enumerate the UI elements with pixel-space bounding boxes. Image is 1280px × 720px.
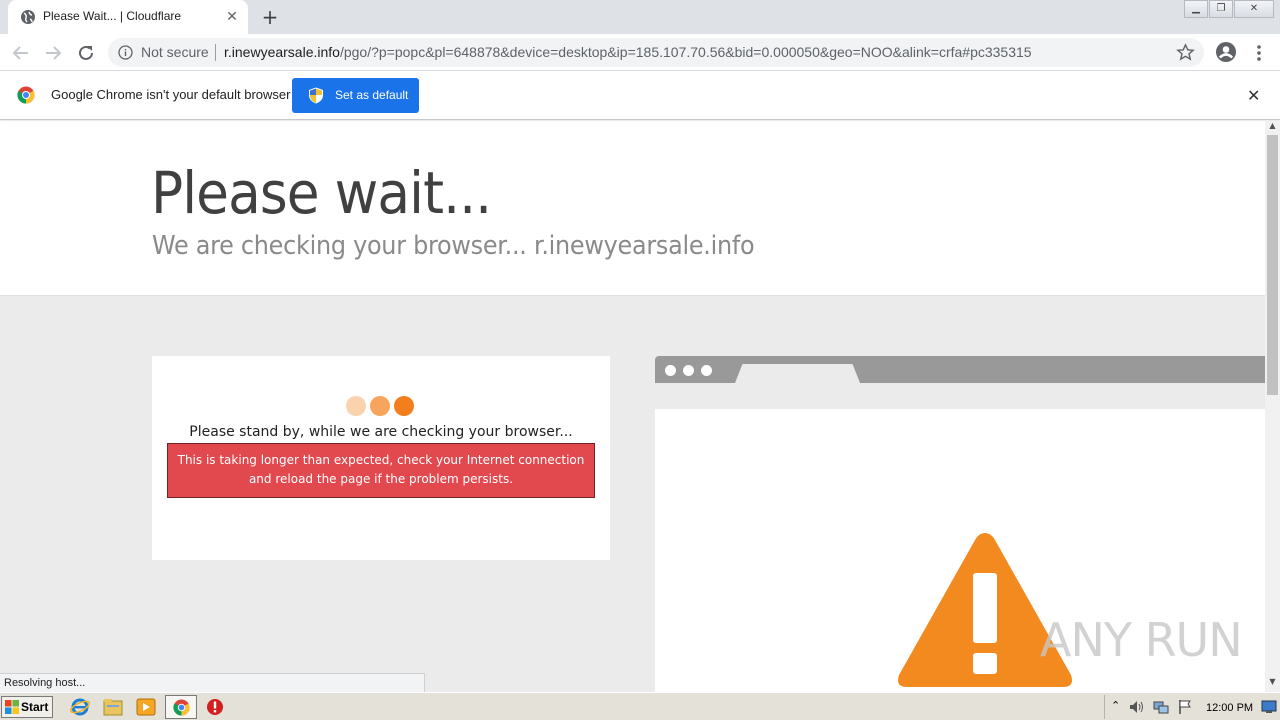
standby-message: Please stand by, while we are checking y… xyxy=(189,424,573,440)
anyrun-watermark: ANY RUN xyxy=(1040,613,1243,667)
shield-icon xyxy=(309,87,323,104)
windows-flag-icon xyxy=(5,700,19,714)
url-host: r.inewyearsale.info xyxy=(224,44,340,60)
media-player-icon[interactable] xyxy=(135,697,157,717)
internet-explorer-icon[interactable] xyxy=(69,697,91,717)
chrome-logo-icon xyxy=(17,86,35,104)
tab-title: Please Wait... | Cloudflare xyxy=(43,9,182,23)
scrollbar-thumb[interactable] xyxy=(1267,135,1278,395)
volume-icon[interactable] xyxy=(1129,700,1145,714)
infobar-message: Google Chrome isn't your default browser xyxy=(51,87,291,102)
window-close-button[interactable]: ✕ xyxy=(1234,0,1274,18)
default-browser-infobar: Google Chrome isn't your default browser… xyxy=(0,71,1280,120)
globe-icon xyxy=(21,10,35,24)
system-tray: ⌃ 12:00 PM xyxy=(1104,695,1280,719)
menu-kebab-icon[interactable] xyxy=(1248,42,1270,64)
set-as-default-button[interactable]: Set as default xyxy=(292,78,419,113)
illustration-dot xyxy=(683,365,694,376)
illustration-titlebar xyxy=(655,356,1265,383)
stop-sign-icon[interactable] xyxy=(204,697,226,717)
back-arrow-icon[interactable] xyxy=(10,42,32,64)
start-label: Start xyxy=(21,700,49,714)
error-alert: This is taking longer than expected, che… xyxy=(167,443,595,498)
minimize-button[interactable]: ▁ xyxy=(1184,0,1208,18)
loading-dot xyxy=(394,396,414,416)
scroll-down-arrow-icon[interactable]: ▼ xyxy=(1265,677,1280,689)
tab-strip: Please Wait... | Cloudflare ✕ + ▁ ❐ ✕ xyxy=(0,0,1280,34)
loading-dot xyxy=(346,396,366,416)
bookmark-star-icon[interactable] xyxy=(1176,43,1195,62)
chrome-icon xyxy=(173,699,190,716)
illustration-dot xyxy=(665,365,676,376)
new-tab-button[interactable]: + xyxy=(258,6,282,28)
checking-card: Please stand by, while we are checking y… xyxy=(152,356,610,560)
page-subtitle: We are checking your browser... r.inewye… xyxy=(152,231,755,261)
forward-arrow-icon[interactable] xyxy=(42,42,64,64)
infobar-close-icon[interactable]: ✕ xyxy=(1247,86,1260,105)
set-as-default-label: Set as default xyxy=(335,88,409,102)
tab-close-icon[interactable]: ✕ xyxy=(223,8,241,26)
not-secure-label: Not secure xyxy=(141,44,209,60)
file-explorer-icon[interactable] xyxy=(102,697,124,717)
error-line-1: This is taking longer than expected, che… xyxy=(177,453,585,467)
browser-tab[interactable]: Please Wait... | Cloudflare ✕ xyxy=(8,0,248,34)
scroll-up-arrow-icon[interactable]: ▲ xyxy=(1265,121,1280,133)
illustration-dot xyxy=(701,365,712,376)
hero-header: Please wait... We are checking your brow… xyxy=(0,121,1265,296)
page-content: Please wait... We are checking your brow… xyxy=(0,121,1265,692)
chrome-taskbar-button[interactable] xyxy=(165,695,197,719)
address-bar[interactable]: Not secure r.inewyearsale.info/pgo/?p=po… xyxy=(108,38,1204,67)
illustration-tab xyxy=(735,364,860,383)
page-title: Please wait... xyxy=(151,159,492,227)
windows-taskbar: Start ⌃ 12:00 PM xyxy=(0,692,1280,720)
reload-icon[interactable] xyxy=(75,42,97,64)
restore-button[interactable]: ❐ xyxy=(1209,0,1233,18)
tray-expand-icon[interactable]: ⌃ xyxy=(1111,699,1120,712)
start-button[interactable]: Start xyxy=(1,696,53,718)
url-text[interactable]: r.inewyearsale.info/pgo/?p=popc&pl=64887… xyxy=(224,44,1032,60)
url-path: /pgo/?p=popc&pl=648878&device=desktop&ip… xyxy=(339,44,1032,60)
network-icon[interactable] xyxy=(1153,700,1169,714)
browser-toolbar: Not secure r.inewyearsale.info/pgo/?p=po… xyxy=(0,34,1280,71)
info-icon[interactable] xyxy=(118,45,133,60)
omnibox-divider xyxy=(215,44,216,61)
loading-dots xyxy=(346,396,416,416)
loading-dot xyxy=(370,396,390,416)
error-line-2: and reload the page if the problem persi… xyxy=(248,472,514,486)
vertical-scrollbar[interactable]: ▲ ▼ xyxy=(1265,121,1280,692)
action-center-flag-icon[interactable] xyxy=(1177,699,1193,715)
status-bubble: Resolving host... xyxy=(0,673,425,693)
profile-avatar-icon[interactable] xyxy=(1215,41,1237,63)
taskbar-clock[interactable]: 12:00 PM xyxy=(1206,702,1253,714)
show-desktop-icon[interactable] xyxy=(1261,700,1277,714)
